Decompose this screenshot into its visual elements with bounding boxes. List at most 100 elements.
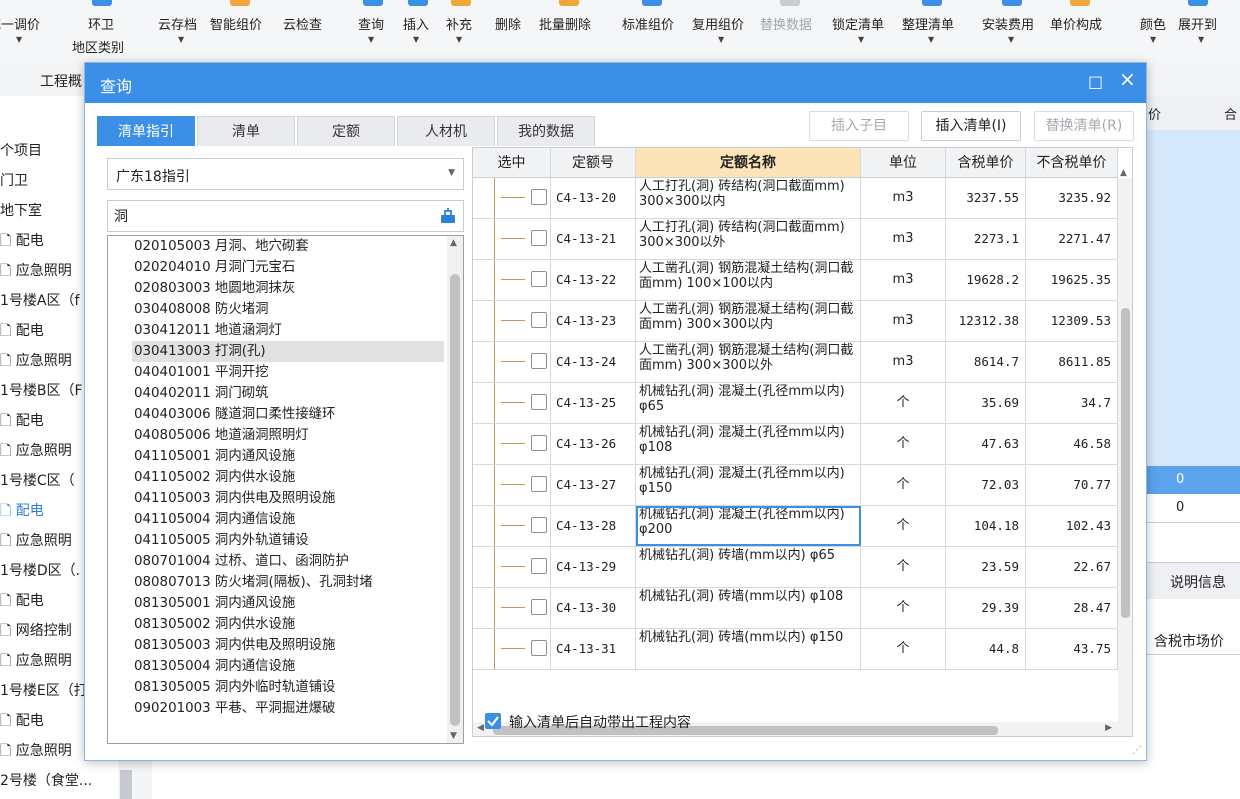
row-checkbox[interactable] (531, 189, 547, 205)
row-checkbox[interactable] (531, 435, 547, 451)
list-item[interactable]: 040403006 隧道洞口柔性接缝环 (134, 404, 335, 425)
tax-price-cell[interactable]: 44.8 (946, 629, 1026, 669)
notax-price-cell[interactable]: 102.43 (1026, 506, 1118, 546)
table-row[interactable]: C4-13-31 机械钻孔(洞) 砖墙(mm以内) φ150 个 44.8 43.75 (473, 629, 1118, 670)
table-row[interactable]: C4-13-25 机械钻孔(洞) 混凝土(孔径mm以内) φ65 个 35.69 34.… (473, 383, 1118, 424)
code-cell[interactable]: C4-13-31 (551, 629, 636, 669)
unit-cell[interactable]: 个 (861, 629, 946, 669)
col-header-notax-price[interactable]: 不含税单价 (1026, 148, 1118, 178)
search-input[interactable] (107, 200, 464, 232)
table-row[interactable]: C4-13-21 人工打孔(洞) 砖结构(洞口截面mm) 300×300以外 m3 2… (473, 219, 1118, 260)
table-row[interactable]: C4-13-24 人工凿孔(洞) 钢筋混凝土结构(洞口截面mm) 300×300以… (473, 342, 1118, 383)
grid-row-selected[interactable]: 0 (1146, 466, 1240, 494)
row-checkbox[interactable] (531, 271, 547, 287)
list-item[interactable]: 080807013 防火堵洞(隔板)、孔洞封堵 (134, 572, 373, 593)
row-checkbox[interactable] (531, 599, 547, 615)
name-cell[interactable]: 人工打孔(洞) 砖结构(洞口截面mm) 300×300以外 (636, 219, 861, 259)
col-header-select[interactable]: 选中 (473, 148, 551, 178)
tax-price-cell[interactable]: 29.39 (946, 588, 1026, 628)
list-item[interactable]: 040402011 洞门砌筑 (134, 383, 269, 404)
tree-node[interactable]: 2号楼（食堂... (0, 766, 92, 796)
tree-node[interactable]: 🗋 应急照明 (0, 736, 72, 766)
notax-price-cell[interactable]: 46.58 (1026, 424, 1118, 464)
list-item[interactable]: 090201003 平巷、平洞掘进爆破 (134, 698, 335, 719)
name-cell[interactable]: 人工凿孔(洞) 钢筋混凝土结构(洞口截面mm) 100×100以内 (636, 260, 861, 300)
list-item[interactable]: 040805006 地道涵洞照明灯 (134, 425, 309, 446)
tree-node[interactable]: 地下室 (0, 196, 42, 226)
tree-node[interactable]: 🗋 应急照明 (0, 646, 72, 676)
resize-grip-icon[interactable]: ⋰ (1132, 745, 1142, 756)
tab-quota[interactable]: 定额 (297, 116, 395, 146)
col-header-code[interactable]: 定额号 (551, 148, 636, 178)
row-checkbox[interactable] (531, 640, 547, 656)
list-item[interactable]: 020803003 地圆地洞抹灰 (134, 278, 295, 299)
tree-node[interactable]: 🗋 应急照明 (0, 256, 72, 286)
table-row[interactable]: C4-13-29 机械钻孔(洞) 砖墙(mm以内) φ65 个 23.59 22.67 (473, 547, 1118, 588)
unit-cell[interactable]: 个 (861, 383, 946, 423)
tree-node[interactable]: 🗋 应急照明 (0, 346, 72, 376)
tree-node-selected[interactable]: 🗋 配电 (0, 496, 44, 526)
list-item[interactable]: 081305002 洞内供水设施 (134, 614, 295, 635)
tab-labor-material[interactable]: 人材机 (397, 116, 495, 146)
tab-list[interactable]: 清单 (197, 116, 295, 146)
unit-cell[interactable]: m3 (861, 301, 946, 341)
tax-price-cell[interactable]: 12312.38 (946, 301, 1026, 341)
tree-node[interactable]: 个项目 (0, 136, 42, 166)
list-scroll-thumb[interactable] (450, 274, 460, 726)
list-item-selected[interactable]: 030413003 打洞(孔) (132, 341, 444, 362)
tree-node[interactable]: 🗋 网络控制 (0, 616, 72, 646)
name-cell[interactable]: 机械钻孔(洞) 混凝土(孔径mm以内) φ150 (636, 465, 861, 505)
notax-price-cell[interactable]: 12309.53 (1026, 301, 1118, 341)
notax-price-cell[interactable]: 8611.85 (1026, 342, 1118, 382)
scroll-up-icon[interactable]: ▲ (450, 238, 457, 248)
unit-cell[interactable]: 个 (861, 424, 946, 464)
notax-price-cell[interactable]: 22.67 (1026, 547, 1118, 587)
table-row[interactable]: C4-13-22 人工凿孔(洞) 钢筋混凝土结构(洞口截面mm) 100×100以… (473, 260, 1118, 301)
row-checkbox[interactable] (531, 230, 547, 246)
col-header-unit[interactable]: 单位 (861, 148, 946, 178)
code-cell[interactable]: C4-13-30 (551, 588, 636, 628)
row-checkbox[interactable] (531, 394, 547, 410)
close-icon[interactable]: × (1119, 69, 1136, 89)
dialog-titlebar[interactable]: 查询 □ × (85, 63, 1146, 103)
tree-node[interactable]: 🗋 配电 (0, 586, 44, 616)
tree-node[interactable]: 门卫 (0, 166, 28, 196)
tree-node[interactable]: 1号楼A区（f (0, 286, 79, 316)
name-cell[interactable]: 人工凿孔(洞) 钢筋混凝土结构(洞口截面mm) 300×300以外 (636, 342, 861, 382)
scroll-right-icon[interactable]: ▶ (1105, 723, 1112, 733)
auto-content-checkbox[interactable] (485, 713, 501, 729)
list-item[interactable]: 041105003 洞内供电及照明设施 (134, 488, 335, 509)
table-row[interactable]: C4-13-23 人工凿孔(洞) 钢筋混凝土结构(洞口截面mm) 300×300以… (473, 301, 1118, 342)
notax-price-cell[interactable]: 43.75 (1026, 629, 1118, 669)
tax-price-cell[interactable]: 2273.1 (946, 219, 1026, 259)
row-checkbox[interactable] (531, 558, 547, 574)
tax-price-cell[interactable]: 104.18 (946, 506, 1026, 546)
tree-node[interactable]: 🗋 应急照明 (0, 436, 72, 466)
row-checkbox[interactable] (531, 312, 547, 328)
name-cell[interactable]: 机械钻孔(洞) 砖墙(mm以内) φ108 (636, 588, 861, 628)
replace-list-button[interactable]: 替换清单(R) (1034, 111, 1134, 141)
notax-price-cell[interactable]: 70.77 (1026, 465, 1118, 505)
row-checkbox[interactable] (531, 476, 547, 492)
code-cell[interactable]: C4-13-26 (551, 424, 636, 464)
list-item[interactable]: 081305004 洞内通信设施 (134, 656, 295, 677)
unit-cell[interactable]: m3 (861, 178, 946, 218)
tax-price-cell[interactable]: 72.03 (946, 465, 1026, 505)
name-cell[interactable]: 机械钻孔(洞) 砖墙(mm以内) φ150 (636, 629, 861, 669)
code-cell[interactable]: C4-13-23 (551, 301, 636, 341)
tax-price-cell[interactable]: 3237.55 (946, 178, 1026, 218)
tree-node[interactable]: 1号楼D区（. (0, 556, 80, 586)
tax-price-cell[interactable]: 47.63 (946, 424, 1026, 464)
code-cell[interactable]: C4-13-21 (551, 219, 636, 259)
name-cell[interactable]: 机械钻孔(洞) 混凝土(孔径mm以内) φ108 (636, 424, 861, 464)
guide-library-select[interactable]: 广东18指引 ▼ (107, 158, 464, 190)
tree-node[interactable]: 🗋 应急照明 (0, 526, 72, 556)
list-item[interactable]: 081305005 洞内外临时轨道铺设 (134, 677, 335, 698)
name-cell[interactable]: 人工打孔(洞) 砖结构(洞口截面mm) 300×300以内 (636, 178, 861, 218)
row-checkbox[interactable] (531, 517, 547, 533)
name-cell[interactable]: 机械钻孔(洞) 混凝土(孔径mm以内) φ65 (636, 383, 861, 423)
code-cell[interactable]: C4-13-25 (551, 383, 636, 423)
notax-price-cell[interactable]: 2271.47 (1026, 219, 1118, 259)
list-item[interactable]: 080701004 过桥、道口、函洞防护 (134, 551, 349, 572)
table-row[interactable]: C4-13-27 机械钻孔(洞) 混凝土(孔径mm以内) φ150 个 72.03 70… (473, 465, 1118, 506)
